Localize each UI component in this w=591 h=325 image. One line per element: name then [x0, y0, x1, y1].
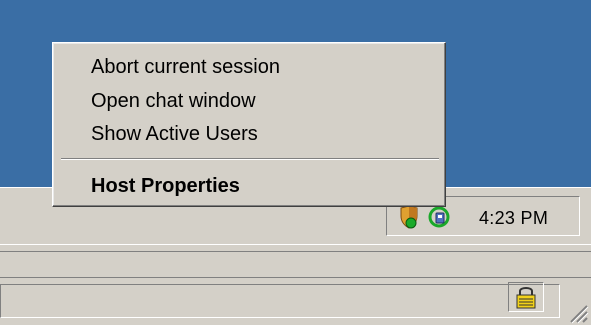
- menu-item-host-properties[interactable]: Host Properties: [57, 170, 439, 202]
- status-panel: [0, 284, 560, 318]
- menu-item-open-chat[interactable]: Open chat window: [57, 85, 439, 117]
- resize-grip-icon[interactable]: [565, 300, 589, 324]
- context-menu: Abort current session Open chat window S…: [52, 42, 446, 207]
- lower-strip: [0, 252, 591, 277]
- screen: 4:23 PM Abort current session Open chat …: [0, 0, 591, 325]
- clock[interactable]: 4:23 PM: [479, 208, 548, 229]
- network-icon[interactable]: [427, 205, 451, 229]
- menu-item-abort-session[interactable]: Abort current session: [57, 51, 439, 83]
- lock-icon[interactable]: [508, 282, 544, 312]
- status-bar: [0, 277, 591, 325]
- menu-item-show-active-users[interactable]: Show Active Users: [57, 118, 439, 150]
- menu-separator: [61, 158, 439, 160]
- shield-icon[interactable]: [397, 205, 421, 229]
- taskbar-divider: [0, 244, 591, 252]
